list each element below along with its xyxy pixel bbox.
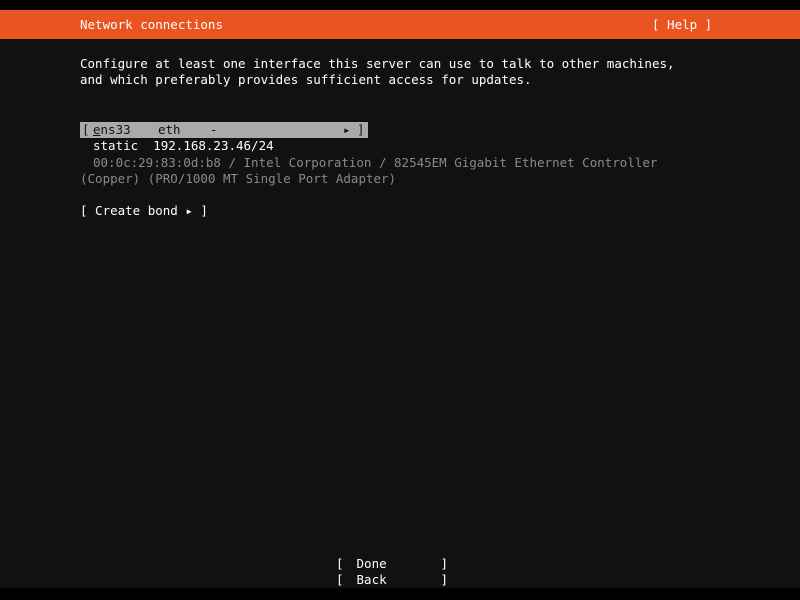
back-label: Back [356, 572, 387, 587]
back-close-bracket: ] [440, 572, 449, 587]
installer-screen: Network connections [ Help ] Configure a… [0, 0, 800, 600]
intro-text-line-2: and which preferably provides sufficient… [80, 72, 532, 87]
interface-name-rest: ns33 [100, 122, 131, 137]
row-close-bracket: ] [357, 122, 365, 137]
header-bar: Network connections [ Help ] [0, 10, 800, 39]
interface-name: ens33 [93, 122, 131, 138]
done-button[interactable]: [ Done] [336, 556, 448, 572]
terminal-canvas: Network connections [ Help ] Configure a… [0, 10, 800, 588]
help-button[interactable]: [ Help ] [652, 17, 712, 33]
address-separator [138, 138, 153, 153]
back-open-bracket: [ [336, 572, 344, 587]
row-open-bracket: [ [82, 122, 90, 137]
interface-name-accel: e [93, 122, 101, 137]
back-button[interactable]: [ Back] [336, 572, 448, 588]
back-gap [344, 572, 357, 588]
intro-text-line-1: Configure at least one interface this se… [80, 56, 675, 71]
interface-hardware-line-1: 00:0c:29:83:0d:b8 / Intel Corporation / … [93, 155, 658, 170]
done-gap [344, 556, 357, 572]
create-bond-button[interactable]: [ Create bond ▸ ] [80, 203, 208, 219]
interface-hardware-line-2: (Copper) (PRO/1000 MT Single Port Adapte… [80, 171, 397, 186]
done-close-bracket: ] [440, 556, 449, 571]
interface-address-line: static 192.168.23.46/24 [93, 138, 274, 154]
interface-address-mode: static [93, 138, 139, 153]
interface-ip-address: 192.168.23.46/24 [153, 138, 274, 153]
interface-type: eth [158, 122, 181, 137]
interface-notes: - [210, 122, 218, 137]
chevron-right-icon[interactable]: ▸ [343, 122, 351, 138]
done-label: Done [356, 556, 387, 571]
page-title: Network connections [80, 17, 223, 32]
done-open-bracket: [ [336, 556, 344, 571]
table-row-interface-ens33[interactable]: [ ens33 eth - ▸ ] [80, 122, 368, 138]
